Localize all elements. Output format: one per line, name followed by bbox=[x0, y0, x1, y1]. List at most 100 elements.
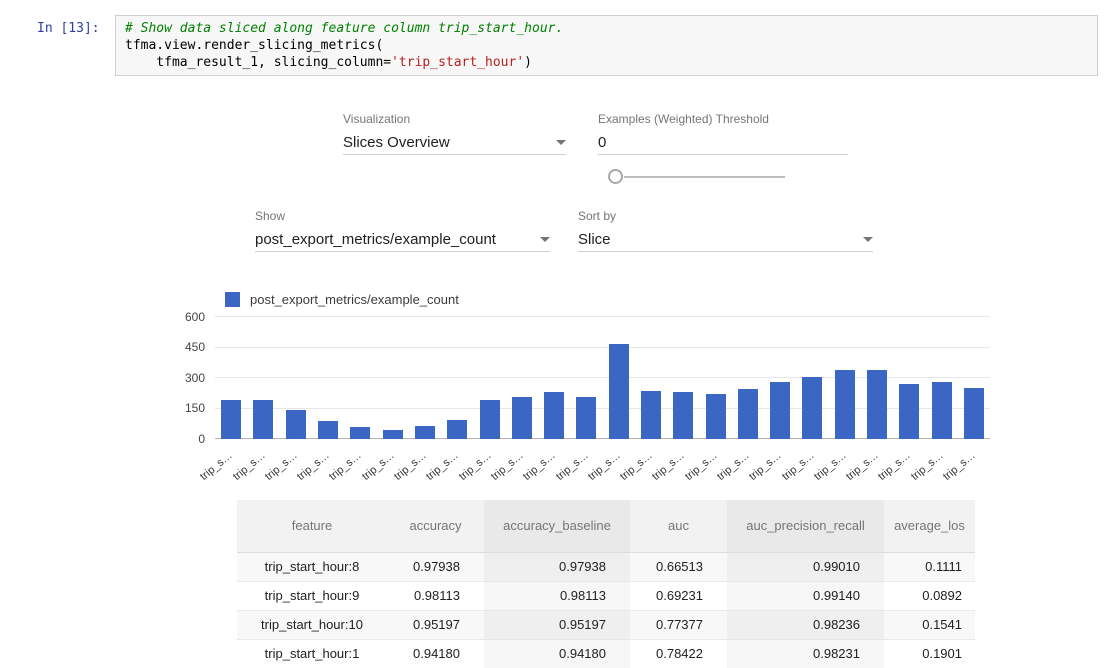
feature-cell: trip_start_hour:10 bbox=[237, 610, 387, 639]
bar-slot bbox=[538, 317, 570, 439]
bar-slot bbox=[506, 317, 538, 439]
metric-cell: 0.69231 bbox=[630, 581, 727, 610]
legend-color-swatch bbox=[225, 292, 240, 307]
code-cell[interactable]: # Show data sliced along feature column … bbox=[115, 15, 1098, 76]
visualization-label: Visualization bbox=[343, 112, 410, 126]
bar-slot bbox=[699, 317, 731, 439]
bar-slot bbox=[926, 317, 958, 439]
bar-slot bbox=[635, 317, 667, 439]
bar[interactable] bbox=[253, 400, 273, 439]
threshold-slider-knob[interactable] bbox=[608, 169, 623, 184]
metric-cell: 0.78422 bbox=[630, 639, 727, 668]
table-body: trip_start_hour:80.979380.979380.665130.… bbox=[237, 552, 975, 668]
metric-cell: 0.94180 bbox=[387, 639, 484, 668]
metric-cell: 0.77377 bbox=[630, 610, 727, 639]
bar[interactable] bbox=[964, 388, 984, 439]
chart-legend: post_export_metrics/example_count bbox=[225, 292, 459, 307]
bar-slot bbox=[829, 317, 861, 439]
bar-slot bbox=[376, 317, 408, 439]
dropdown-arrow-icon[interactable] bbox=[556, 140, 566, 145]
bar-slot bbox=[570, 317, 602, 439]
sort-by-label: Sort by bbox=[578, 209, 616, 223]
bar[interactable] bbox=[673, 392, 693, 439]
y-axis-tick-label: 450 bbox=[185, 340, 215, 354]
bar[interactable] bbox=[706, 394, 726, 439]
bar[interactable] bbox=[318, 421, 338, 439]
metric-cell: 0.95197 bbox=[484, 610, 630, 639]
metric-cell: 0.66513 bbox=[630, 552, 727, 581]
metrics-table: featureaccuracyaccuracy_baselineaucauc_p… bbox=[237, 500, 975, 668]
metric-cell: 0.95197 bbox=[387, 610, 484, 639]
column-header[interactable]: average_los bbox=[884, 500, 975, 552]
bar[interactable] bbox=[221, 400, 241, 439]
threshold-field bbox=[598, 130, 848, 155]
dropdown-arrow-icon[interactable] bbox=[540, 237, 550, 242]
bar-slot bbox=[409, 317, 441, 439]
code-line-3-close: ) bbox=[524, 55, 532, 70]
bar[interactable] bbox=[899, 384, 919, 439]
metric-cell: 0.99010 bbox=[727, 552, 884, 581]
bar[interactable] bbox=[544, 392, 564, 439]
feature-cell: trip_start_hour:1 bbox=[237, 639, 387, 668]
x-axis-labels: trip_s…trip_s…trip_s…trip_s…trip_s…trip_… bbox=[215, 442, 990, 478]
bar-slot bbox=[280, 317, 312, 439]
bar[interactable] bbox=[415, 426, 435, 439]
y-axis-tick-label: 300 bbox=[185, 371, 215, 385]
visualization-dropdown[interactable]: Slices Overview bbox=[343, 130, 566, 155]
metric-cell: 0.98236 bbox=[727, 610, 884, 639]
column-header[interactable]: auc_precision_recall bbox=[727, 500, 884, 552]
metric-cell: 0.99140 bbox=[727, 581, 884, 610]
bar[interactable] bbox=[383, 430, 403, 439]
y-axis-tick-label: 150 bbox=[185, 401, 215, 415]
metric-cell: 0.1541 bbox=[884, 610, 975, 639]
bar-slot bbox=[473, 317, 505, 439]
bar[interactable] bbox=[350, 427, 370, 439]
show-metric-dropdown[interactable]: post_export_metrics/example_count bbox=[255, 227, 550, 252]
x-axis-slot: trip_s… bbox=[958, 442, 990, 478]
bar[interactable] bbox=[480, 400, 500, 439]
metric-cell: 0.94180 bbox=[484, 639, 630, 668]
bar[interactable] bbox=[641, 391, 661, 439]
metric-cell: 0.97938 bbox=[387, 552, 484, 581]
code-editor[interactable]: # Show data sliced along feature column … bbox=[125, 20, 1088, 71]
bar-slot bbox=[893, 317, 925, 439]
bar[interactable] bbox=[576, 397, 596, 439]
bar[interactable] bbox=[932, 382, 952, 439]
sort-by-dropdown[interactable]: Slice bbox=[578, 227, 873, 252]
bar[interactable] bbox=[286, 410, 306, 439]
bar[interactable] bbox=[835, 370, 855, 439]
visualization-value: Slices Overview bbox=[343, 134, 450, 151]
column-header[interactable]: auc bbox=[630, 500, 727, 552]
column-header[interactable]: accuracy bbox=[387, 500, 484, 552]
metric-cell: 0.0892 bbox=[884, 581, 975, 610]
chart-plot: 0150300450600 bbox=[215, 317, 990, 439]
bar[interactable] bbox=[867, 370, 887, 439]
threshold-slider-track[interactable] bbox=[624, 176, 785, 178]
bar[interactable] bbox=[770, 382, 790, 439]
table-header-row: featureaccuracyaccuracy_baselineaucauc_p… bbox=[237, 500, 975, 552]
bar[interactable] bbox=[609, 344, 629, 439]
table-row: trip_start_hour:100.951970.951970.773770… bbox=[237, 610, 975, 639]
bar[interactable] bbox=[512, 397, 532, 439]
column-header[interactable]: feature bbox=[237, 500, 387, 552]
bar-slot bbox=[796, 317, 828, 439]
threshold-input[interactable] bbox=[598, 134, 848, 151]
threshold-label: Examples (Weighted) Threshold bbox=[598, 112, 769, 126]
dropdown-arrow-icon[interactable] bbox=[863, 237, 873, 242]
show-metric-value: post_export_metrics/example_count bbox=[255, 231, 496, 248]
sort-by-value: Slice bbox=[578, 231, 611, 248]
metric-cell: 0.98231 bbox=[727, 639, 884, 668]
table-row: trip_start_hour:10.941800.941800.784220.… bbox=[237, 639, 975, 668]
bar[interactable] bbox=[738, 389, 758, 439]
bar[interactable] bbox=[802, 377, 822, 439]
column-header[interactable]: accuracy_baseline bbox=[484, 500, 630, 552]
bar-slot bbox=[441, 317, 473, 439]
bar-slot bbox=[312, 317, 344, 439]
metric-cell: 0.97938 bbox=[484, 552, 630, 581]
bar-slot bbox=[861, 317, 893, 439]
bar[interactable] bbox=[447, 420, 467, 439]
y-axis-tick-label: 600 bbox=[185, 310, 215, 324]
bar-slot bbox=[247, 317, 279, 439]
table-row: trip_start_hour:80.979380.979380.665130.… bbox=[237, 552, 975, 581]
feature-cell: trip_start_hour:8 bbox=[237, 552, 387, 581]
